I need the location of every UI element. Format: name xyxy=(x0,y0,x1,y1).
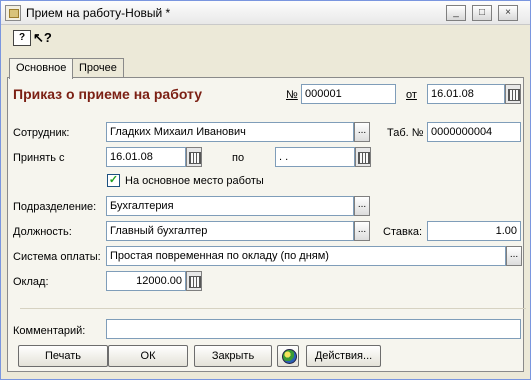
minimize-button[interactable]: _ xyxy=(446,5,466,21)
calendar-icon[interactable] xyxy=(186,147,202,167)
tab-other[interactable]: Прочее xyxy=(72,58,124,78)
department-field[interactable]: Бухгалтерия xyxy=(106,196,354,216)
department-select-button[interactable]: ... xyxy=(354,196,370,216)
print-button[interactable]: Печать xyxy=(18,345,108,367)
document-icon xyxy=(5,5,21,21)
hire-from-field[interactable]: 16.01.08 xyxy=(106,147,186,167)
salary-label: Оклад: xyxy=(13,276,49,288)
date-label: от xyxy=(406,89,417,101)
main-workplace-checkbox[interactable]: ✓ xyxy=(107,174,120,187)
help-icon[interactable]: ? xyxy=(13,30,31,46)
calculator-icon[interactable] xyxy=(186,271,202,291)
form-panel: Приказ о приеме на работу № 000001 от 16… xyxy=(7,77,526,372)
employee-label: Сотрудник: xyxy=(13,127,70,139)
close-icon: × xyxy=(505,7,511,18)
hire-to-field[interactable]: . . xyxy=(275,147,355,167)
document-heading: Приказ о приеме на работу xyxy=(13,86,203,102)
employee-field[interactable]: Гладких Михаил Иванович xyxy=(106,122,354,142)
number-label: № xyxy=(286,89,298,101)
main-workplace-label: На основное место работы xyxy=(125,175,264,187)
tab-number-field[interactable]: 0000000004 xyxy=(427,122,521,142)
close-window-button[interactable]: × xyxy=(498,5,518,21)
globe-icon[interactable] xyxy=(277,345,299,367)
position-select-button[interactable]: ... xyxy=(354,221,370,241)
department-label: Подразделение: xyxy=(13,201,97,213)
ok-button[interactable]: ОК xyxy=(108,345,188,367)
pay-system-label: Система оплаты: xyxy=(13,251,101,263)
number-field[interactable]: 000001 xyxy=(301,84,396,104)
position-label: Должность: xyxy=(13,226,72,238)
salary-field[interactable]: 12000.00 xyxy=(106,271,186,291)
comment-field[interactable] xyxy=(106,319,521,339)
title-bar: Прием на работу-Новый * _ □ × xyxy=(1,1,530,25)
calendar-icon[interactable] xyxy=(505,84,521,104)
divider xyxy=(20,308,526,309)
position-field[interactable]: Главный бухгалтер xyxy=(106,221,354,241)
tab-main[interactable]: Основное xyxy=(9,58,74,79)
comment-label: Комментарий: xyxy=(13,325,86,337)
employee-select-button[interactable]: ... xyxy=(354,122,370,142)
minimize-icon: _ xyxy=(453,7,459,18)
rate-label: Ставка: xyxy=(383,226,423,238)
toolbar: ? ↖? xyxy=(1,26,530,50)
rate-field[interactable]: 1.00 xyxy=(427,221,521,241)
window-title: Прием на работу-Новый * xyxy=(26,6,171,20)
maximize-button[interactable]: □ xyxy=(472,5,492,21)
context-help-pointer-icon[interactable]: ↖? xyxy=(33,30,52,46)
hire-to-label: по xyxy=(232,152,245,164)
pay-system-field[interactable]: Простая повременная по окладу (по дням) xyxy=(106,246,506,266)
calendar-icon[interactable] xyxy=(355,147,371,167)
actions-button[interactable]: Действия... xyxy=(306,345,381,367)
date-field[interactable]: 16.01.08 xyxy=(427,84,505,104)
maximize-icon: □ xyxy=(478,7,486,18)
close-button[interactable]: Закрыть xyxy=(194,345,272,367)
tab-number-label: Таб. № xyxy=(387,127,424,139)
document-window: Прием на работу-Новый * _ □ × ? ↖? Основ… xyxy=(0,0,531,380)
hire-from-label: Принять с xyxy=(13,152,65,164)
pay-system-select-button[interactable]: ... xyxy=(506,246,522,266)
